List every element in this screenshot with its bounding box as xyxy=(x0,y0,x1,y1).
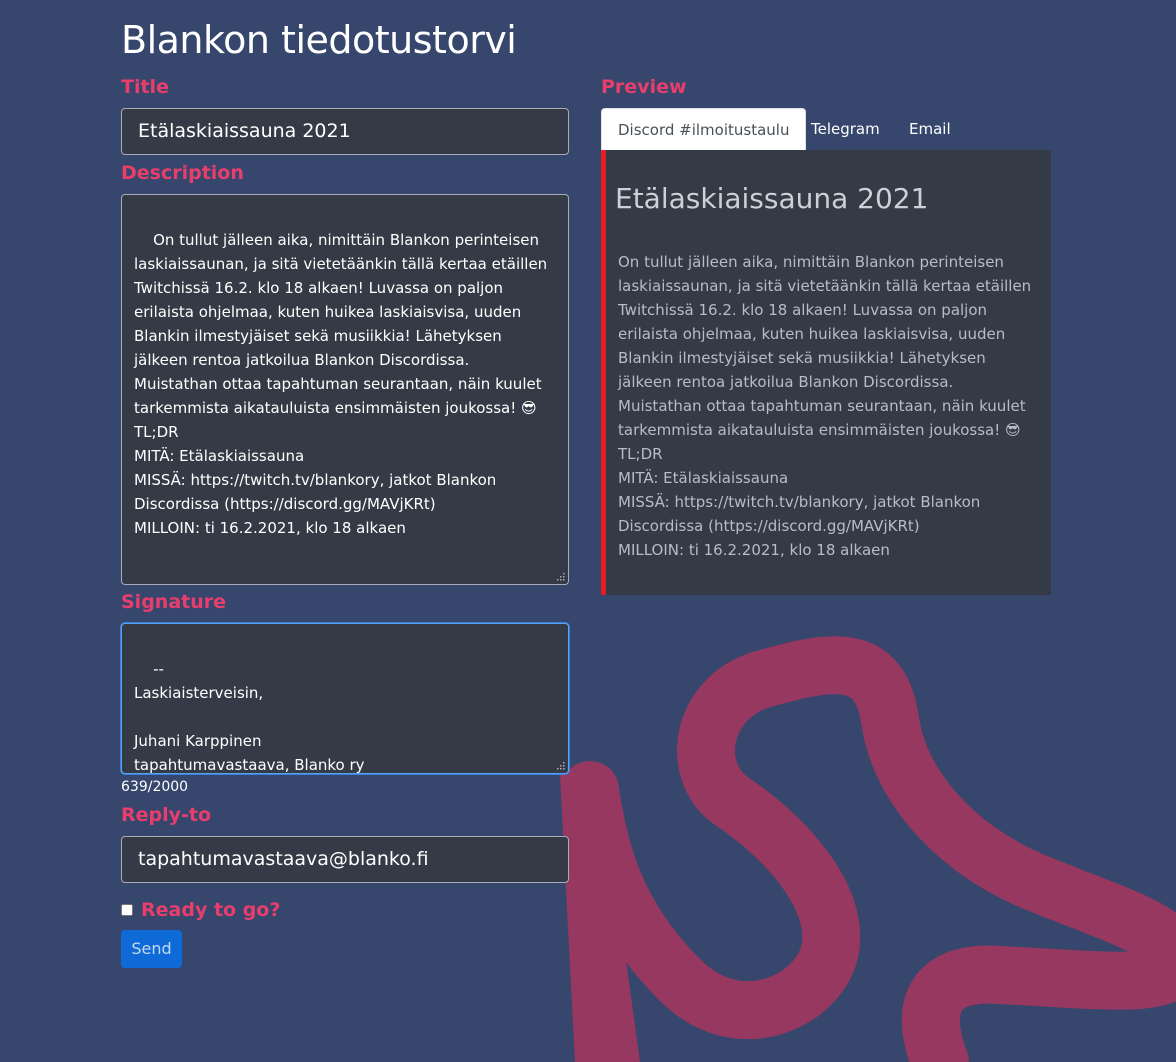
description-label: Description xyxy=(121,162,244,184)
page-title: Blankon tiedotustorvi xyxy=(121,18,517,62)
description-textarea[interactable]: On tullut jälleen aika, nimittäin Blanko… xyxy=(121,194,569,585)
ready-checkbox[interactable] xyxy=(121,904,133,916)
tab-telegram[interactable]: Telegram xyxy=(811,108,880,149)
preview-label: Preview xyxy=(601,76,687,98)
ready-checkbox-row[interactable]: Ready to go? xyxy=(121,899,280,921)
preview-title: Etälaskiaissauna 2021 xyxy=(615,182,929,215)
page: Blankon tiedotustorvi Title Etälaskiaiss… xyxy=(0,0,1176,1062)
discord-preview-panel: Etälaskiaissauna 2021 On tullut jälleen … xyxy=(601,150,1051,595)
description-text: On tullut jälleen aika, nimittäin Blanko… xyxy=(134,231,548,537)
resize-grip-icon[interactable] xyxy=(557,573,565,581)
reply-to-input[interactable]: tapahtumavastaava@blanko.fi xyxy=(121,836,569,883)
title-input[interactable]: Etälaskiaissauna 2021 xyxy=(121,108,569,155)
preview-body: On tullut jälleen aika, nimittäin Blanko… xyxy=(618,253,1032,559)
send-button[interactable]: Send xyxy=(121,930,182,968)
char-counter: 639/2000 xyxy=(121,779,189,795)
signature-textarea[interactable]: -- Laskiaisterveisin, Juhani Karppinen t… xyxy=(121,623,569,774)
reply-to-label: Reply-to xyxy=(121,804,212,826)
tab-email[interactable]: Email xyxy=(909,108,951,149)
preview-tabs: Discord #ilmoitustaulu Telegram Email xyxy=(601,108,1051,151)
signature-text: -- Laskiaisterveisin, Juhani Karppinen t… xyxy=(134,660,365,774)
resize-grip-icon[interactable] xyxy=(557,762,565,770)
signature-label: Signature xyxy=(121,591,227,613)
tab-discord[interactable]: Discord #ilmoitustaulu xyxy=(601,108,807,150)
ready-label[interactable]: Ready to go? xyxy=(141,899,280,921)
title-label: Title xyxy=(121,76,169,98)
